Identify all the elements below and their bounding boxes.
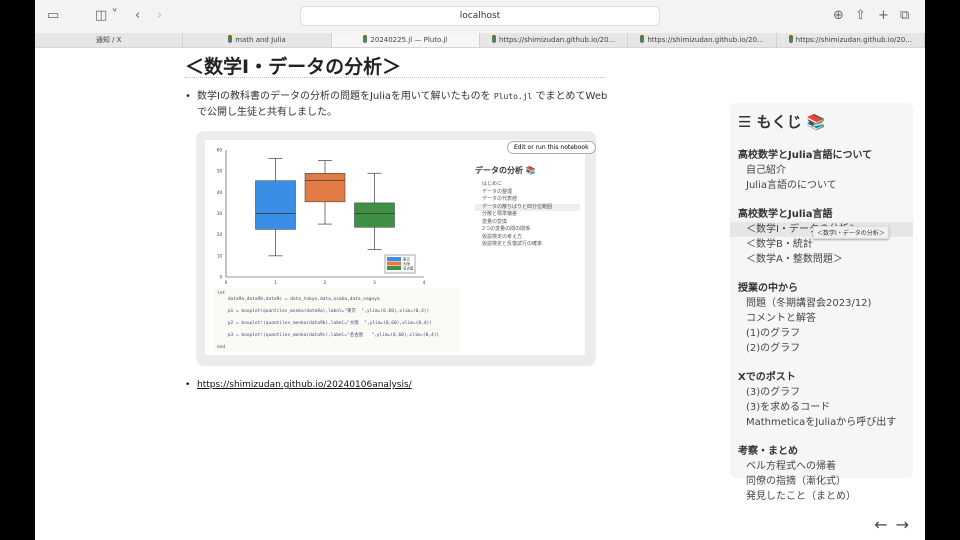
code-cell: let data9a,data9b,data9c = data_tokyo,da… [213,288,460,352]
toc-item[interactable]: MathmeticaをJuliaから呼び出す [738,415,905,430]
legend-label: 東京 [403,257,411,262]
y-tick-label: 10 [217,253,223,258]
embedded-toc-item[interactable]: 2つの変量の間の関係 [475,226,580,234]
toc-section-heading[interactable]: 授業の中から [738,281,905,296]
toc-item[interactable]: ベル方程式への帰着 [738,459,905,474]
legend-swatch [387,266,401,270]
legend-label: 大阪 [403,261,411,266]
code-line: end [217,345,226,350]
y-tick-label: 50 [217,169,223,174]
code-line: p2 = boxplot!(quantiles_monka(data9b),la… [217,321,432,326]
embedded-toc-item[interactable]: 仮説検定と反復試行の確率 [475,241,580,249]
toc-item[interactable]: 発見したこと（まとめ） [738,489,905,504]
x-tick-label: 4 [423,280,426,285]
code-line: p1 = boxplot(quantiles_monka(data9a),lab… [217,309,430,314]
x-tick-label: 1 [274,280,277,285]
embedded-toc-item[interactable]: データの散らばりと四分位範囲 [475,203,580,211]
x-tick-label: 0 [225,280,228,285]
embedded-toc-item[interactable]: はじめに [475,181,580,189]
code-line: p3 = boxplot!(quantiles_monka(data9c),la… [217,333,440,338]
embedded-toc-item[interactable]: データの代表値 [475,196,580,204]
toc-item[interactable]: 自己紹介 [738,163,905,178]
toc-section-heading[interactable]: 考察・まとめ [738,444,905,459]
toc-item[interactable]: 問題（冬期講習会2023/12) [738,296,905,311]
legend-swatch [387,257,401,261]
toc-item[interactable]: (3)のグラフ [738,385,905,400]
tooltip: ＜数学I・データの分析＞ [813,226,889,239]
embedded-toc: データの分析 📚 はじめに データの整理 データの代表値 データの散らばりと四分位範囲分… [475,165,580,249]
y-tick-label: 0 [219,275,222,280]
legend-swatch [387,261,401,266]
box-0 [255,180,296,230]
toc-item[interactable]: (1)のグラフ [738,326,905,341]
toc-item[interactable]: コメントと解答 [738,311,905,326]
y-tick-label: 20 [217,232,223,237]
toc-item[interactable]: (2)のグラフ [738,341,905,356]
toc-item[interactable]: Julia言語のについて [738,178,905,193]
embedded-toc-item[interactable]: 仮説検定の考え方 [475,234,580,242]
table-of-contents: ☰ もくじ 📚 高校数学とJulia言語について 自己紹介 Julia言語のについて高… [730,103,913,502]
notebook-link[interactable]: https://shimizudan.github.io/20240106ana… [185,377,412,393]
embedded-toc-title: データの分析 📚 [475,166,536,175]
y-tick-label: 30 [217,211,223,216]
toc-section-heading[interactable]: Xでのポスト [738,370,905,385]
embedded-toc-item[interactable]: 変量の変換 [475,219,580,227]
toc-section-heading[interactable]: 高校数学とJulia言語 [738,207,905,222]
next-arrow-icon[interactable]: → [896,515,917,534]
embedded-toc-item[interactable]: 分散と標準偏差 [475,211,580,219]
browser-window: ▭ ◫ ˅ ‹ › localhost ⊕ ⇧ + ⧉ 通知 / X math … [35,0,925,540]
toc-item[interactable]: ＜数学B・統計 [738,237,905,252]
legend-label: 名古屋 [403,266,414,271]
slide-nav: ←→ [874,515,917,534]
toc-section-heading[interactable]: 高校数学とJulia言語について [738,148,905,163]
y-tick-label: 40 [217,190,223,195]
edit-run-notebook-button[interactable]: Edit or run this notebook [507,141,596,154]
prev-arrow-icon[interactable]: ← [874,515,895,534]
box-1 [304,173,346,203]
toc-item[interactable]: (3)を求めるコード [738,400,905,415]
toc-title: ☰ もくじ 📚 [738,113,826,131]
toc-item[interactable]: ＜数学A・整数問題＞ [738,252,905,267]
embedded-toc-item[interactable]: データの整理 [475,189,580,197]
x-tick-label: 3 [373,280,376,285]
x-tick-label: 2 [324,280,327,285]
toc-title-text: もくじ 📚 [756,113,826,131]
toc-item[interactable]: 同僚の指摘（漸化式） [738,474,905,489]
box-2 [354,202,395,228]
y-tick-label: 60 [217,148,223,153]
